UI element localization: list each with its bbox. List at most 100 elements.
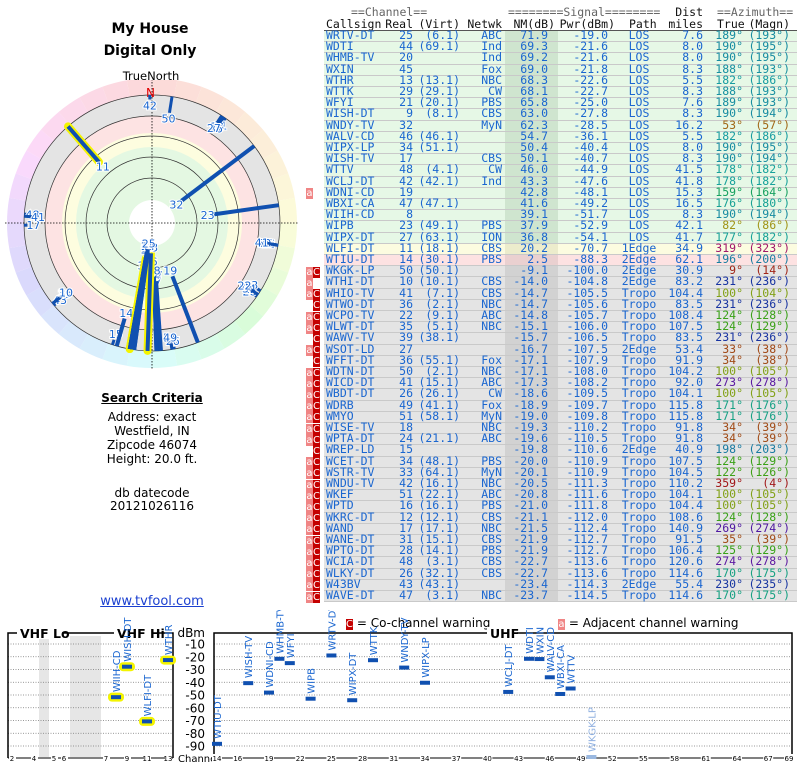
- station-channel-label: 23: [201, 209, 215, 222]
- co-channel-warning-badge: C: [313, 266, 320, 278]
- adjacent-warning-badge: a: [306, 490, 313, 502]
- uhf-title: UHF: [490, 626, 519, 641]
- azimuth-hue-segment: [152, 349, 178, 368]
- station-channel-label: 25: [142, 237, 156, 250]
- signal-marker[interactable]: [212, 741, 222, 746]
- uhf-channel-tick: 69: [785, 755, 794, 763]
- adjacent-warning-badge: a: [306, 513, 313, 525]
- co-channel-warning-badge: C: [313, 535, 320, 547]
- polar-plot: N474326482831171216514233341524185149264…: [5, 80, 299, 370]
- co-channel-warning-badge: C: [313, 423, 320, 435]
- adjacent-warning-badge: a: [306, 557, 313, 569]
- adjacent-warning-badge: a: [306, 468, 313, 480]
- vhf-channel-tick: 4: [32, 755, 37, 763]
- signal-marker[interactable]: [284, 661, 295, 666]
- adjacent-warning-badge: a: [306, 501, 313, 513]
- network: CBS: [481, 565, 502, 580]
- signal-marker[interactable]: [420, 680, 430, 685]
- adjacent-warning-badge: a: [306, 580, 313, 592]
- search-criteria-heading: Search Criteria: [101, 391, 203, 405]
- azimuth-hue-segment: [7, 197, 26, 223]
- azimuth-true: 170°: [715, 588, 743, 602]
- co-channel-warning-badge: C: [313, 311, 320, 323]
- signal-marker-label: WTIU-DT: [213, 694, 224, 739]
- signal-marker[interactable]: [305, 696, 316, 701]
- network: NBC: [481, 319, 502, 334]
- adjacent-warning-badge: a: [306, 322, 313, 334]
- signal-marker-label: WDTI: [525, 627, 536, 654]
- vhf-channel-tick: 9: [125, 755, 129, 763]
- uhf-channel-tick: 31: [389, 755, 398, 763]
- signal-marker[interactable]: [534, 657, 545, 662]
- adjacent-warning-badge: a: [306, 591, 313, 603]
- station-channel-label: 11: [96, 161, 110, 174]
- vhf-channel-tick: 2: [10, 755, 14, 763]
- vhf-channel-tick: 11: [143, 755, 152, 763]
- station-bearing-line[interactable]: [151, 276, 159, 351]
- uhf-channel-tick: 14: [213, 755, 222, 763]
- signal-marker-label: WNDY-TV: [400, 617, 411, 662]
- signal-marker[interactable]: [264, 690, 274, 695]
- signal-marker[interactable]: [368, 658, 378, 663]
- power: -114.5: [566, 588, 608, 602]
- signal-marker-label: WALV-CD: [546, 627, 557, 673]
- signal-marker-label: WIPX-LP: [421, 637, 432, 677]
- fm-gap-band: [70, 636, 101, 757]
- azimuth-magnetic: (175°): [748, 588, 790, 602]
- signal-marker[interactable]: [326, 653, 337, 658]
- uhf-channel-tick: 46: [545, 755, 554, 763]
- station-channel-label: 22: [237, 279, 251, 292]
- station-bearing-line[interactable]: [267, 241, 279, 247]
- signal-marker[interactable]: [142, 719, 152, 724]
- report-title: My House: [111, 21, 189, 37]
- signal-marker[interactable]: [163, 658, 173, 663]
- co-channel-warning-badge: C: [313, 378, 320, 390]
- real-channel: 47: [399, 588, 413, 602]
- station-channel-label: 41: [255, 236, 269, 249]
- adjacent-warning-badge: a: [306, 367, 313, 379]
- panel-frame: [213, 632, 793, 758]
- signal-marker-label: WKGK-LP: [587, 707, 598, 752]
- datecode-label: db datecode: [114, 486, 190, 500]
- co-channel-warning-badge: C: [313, 389, 320, 401]
- co-channel-warning-badge: C: [313, 501, 320, 513]
- signal-marker-label: WISH-TV: [244, 636, 255, 679]
- virtual-channel: (38.1): [418, 330, 460, 345]
- network: Ind: [481, 173, 502, 188]
- co-channel-warning-badge: C: [313, 546, 320, 558]
- signal-marker[interactable]: [586, 755, 597, 759]
- adjacent-warning-badge: a: [306, 457, 313, 469]
- co-channel-warning-badge: C: [313, 557, 320, 569]
- signal-marker[interactable]: [555, 691, 566, 696]
- co-channel-warning-badge: C: [313, 322, 320, 334]
- signal-marker-label: WXIN: [535, 627, 546, 654]
- signal-marker[interactable]: [544, 675, 555, 680]
- path: Tropo: [621, 588, 657, 602]
- signal-marker-label: WRTV-DT: [327, 610, 338, 650]
- station-row[interactable]: WTIU-DT 14 (30.1) PBS 2.5 -88.3 2Edge 62.1 196°(…: [324, 253, 797, 267]
- search-address: Address: exact: [107, 410, 197, 424]
- signal-marker-label: WCLJ-DT: [504, 644, 515, 687]
- signal-marker-label: WIPX-DT: [348, 652, 359, 696]
- signal-marker[interactable]: [347, 698, 358, 703]
- co-channel-warning-badge: C: [313, 479, 320, 491]
- signal-marker[interactable]: [503, 689, 514, 694]
- report-subtitle: Digital Only: [103, 43, 197, 59]
- co-channel-warning-badge: C: [313, 412, 320, 424]
- uhf-channel-tick: 16: [233, 755, 242, 763]
- uhf-channel-tick: 19: [265, 755, 274, 763]
- spectrum-chart: -10-20-30-40-50-60-70-80-90dBmVHF Lo VHF …: [7, 610, 794, 765]
- signal-marker[interactable]: [524, 656, 534, 661]
- station-row[interactable]: WAVE-DT 47 (3.1) NBC -23.7 -114.5 Tropo 114.6 17…: [324, 588, 797, 603]
- network: ABC: [481, 431, 502, 446]
- signal-marker[interactable]: [111, 695, 121, 700]
- co-channel-warning-badge: C: [313, 580, 320, 592]
- search-height: Height: 20.0 ft.: [106, 452, 198, 466]
- tvfool-link[interactable]: www.tvfool.com: [100, 594, 204, 609]
- signal-marker[interactable]: [122, 664, 132, 669]
- signal-marker[interactable]: [243, 681, 254, 686]
- signal-marker[interactable]: [399, 665, 410, 670]
- network: MyN: [481, 117, 502, 132]
- adjacent-warning-badge: a: [306, 311, 313, 323]
- co-channel-warning-badge: C: [313, 300, 320, 312]
